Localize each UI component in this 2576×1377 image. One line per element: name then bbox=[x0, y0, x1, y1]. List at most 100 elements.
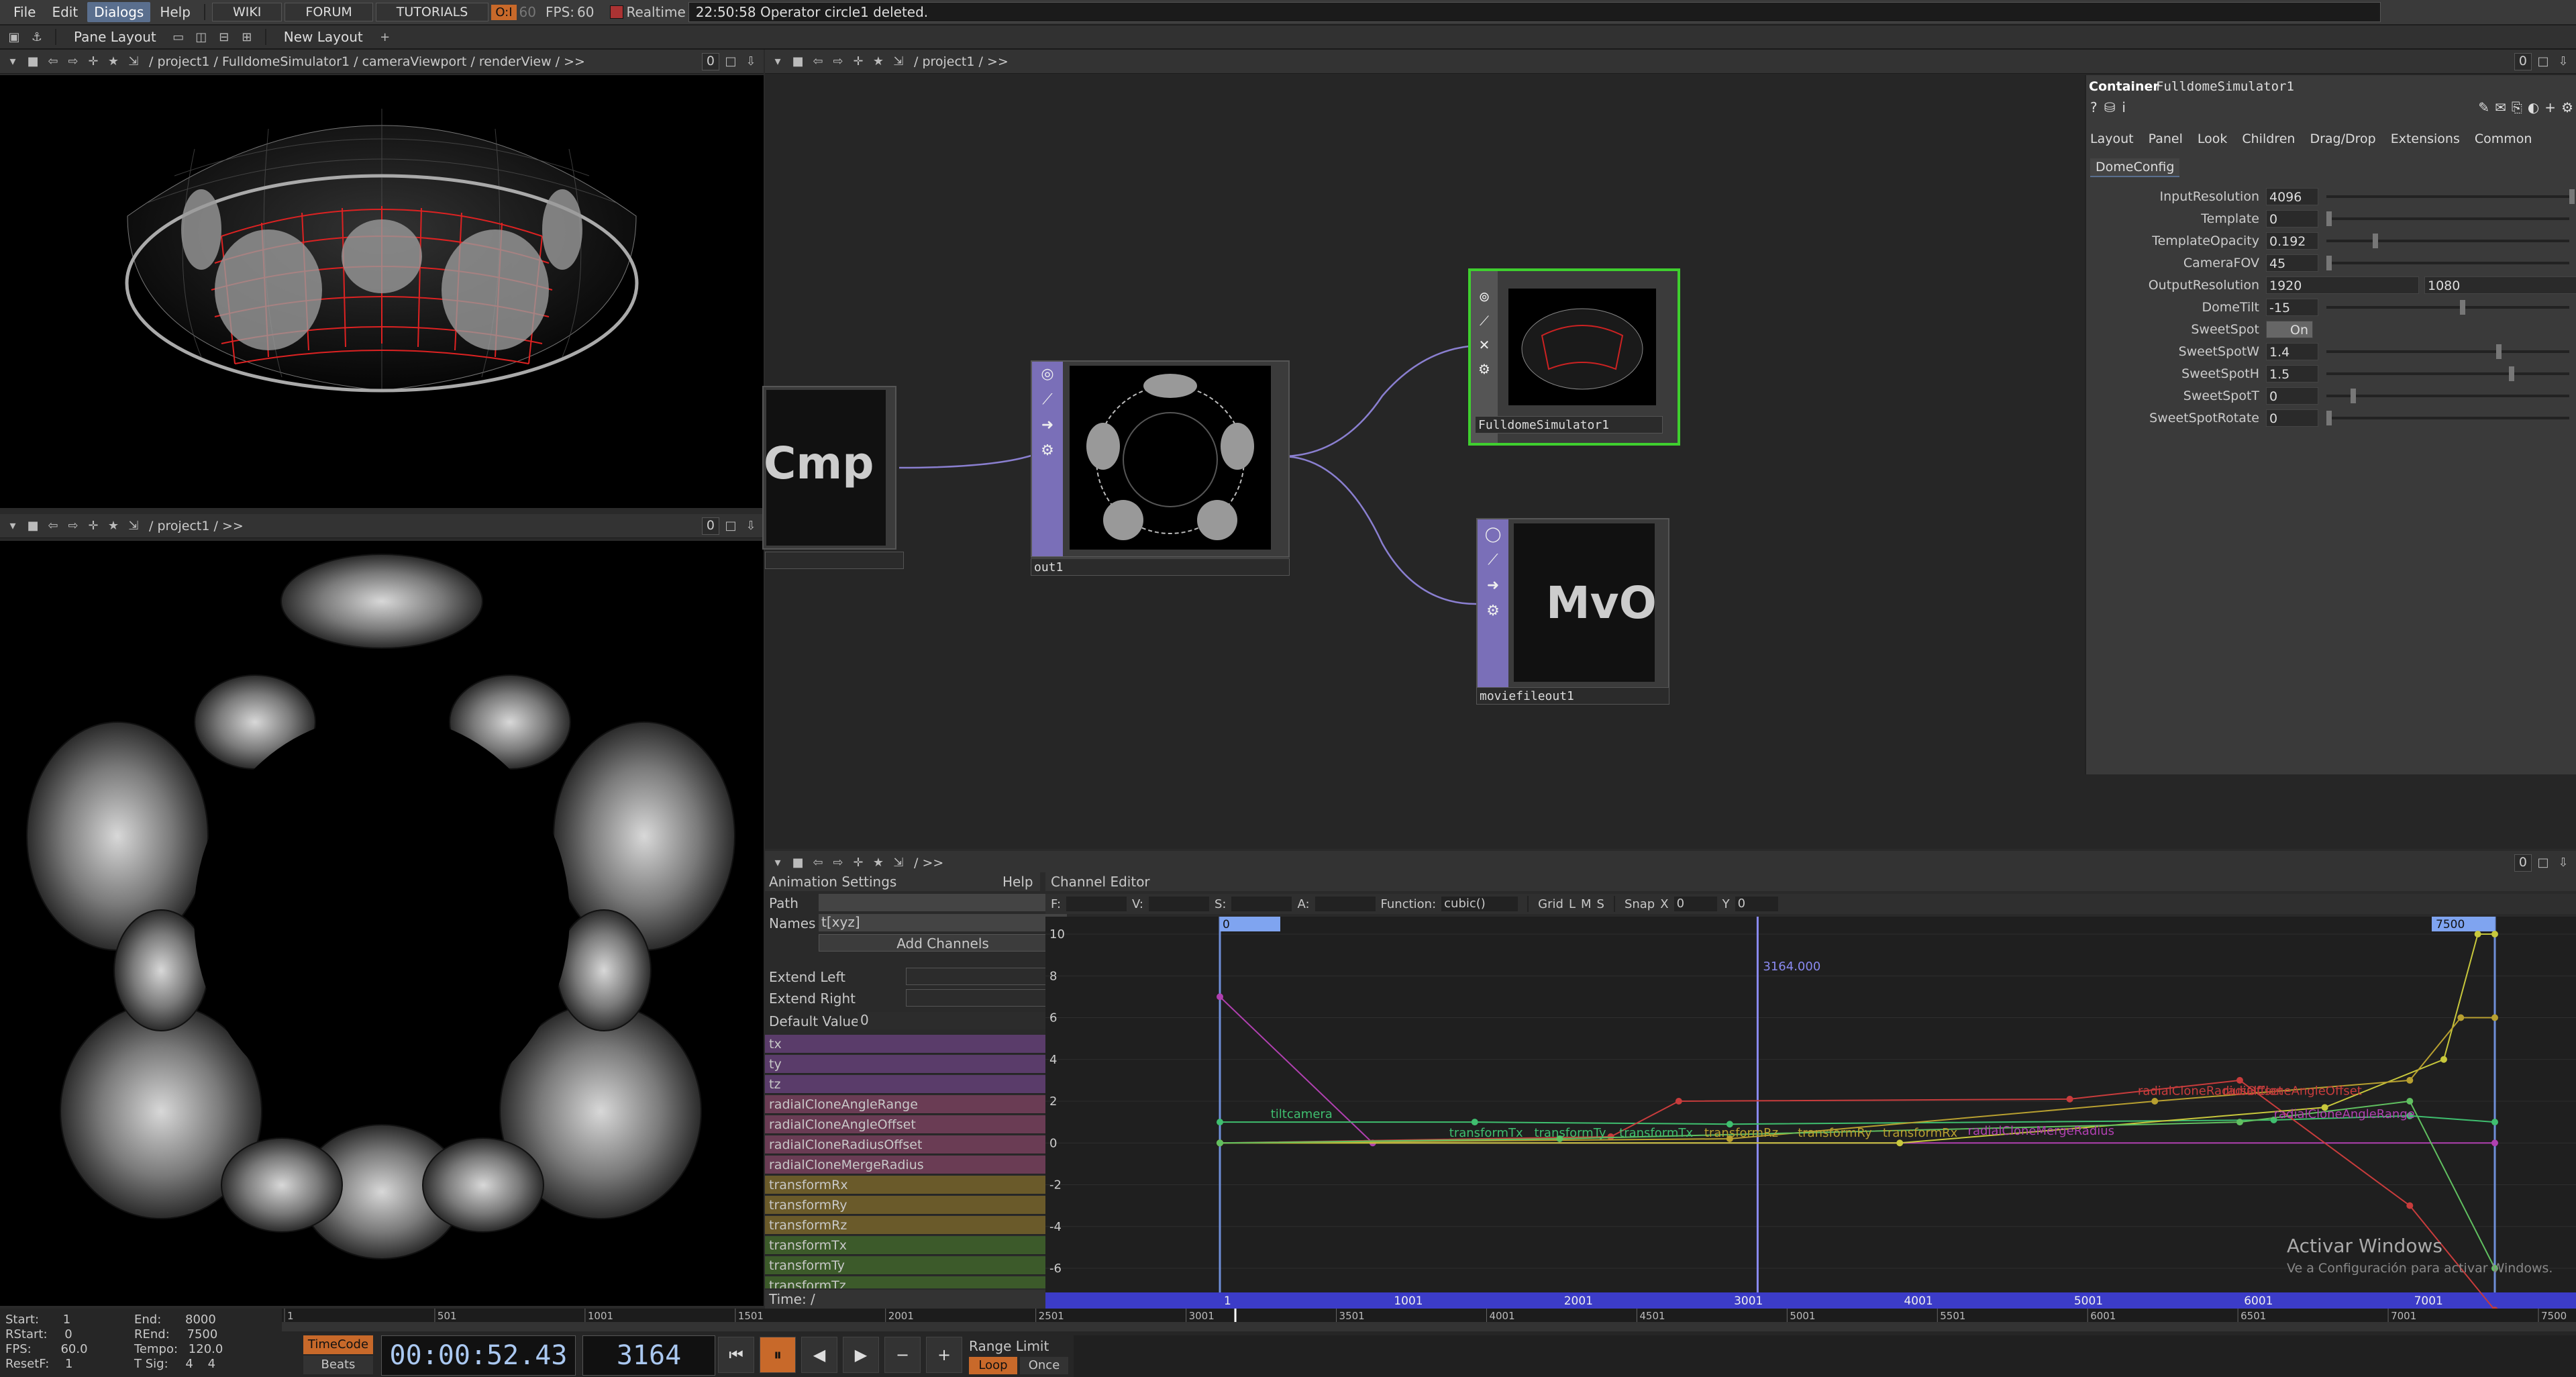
slider-knob[interactable] bbox=[2326, 211, 2332, 226]
param-slider[interactable] bbox=[2326, 344, 2569, 359]
extend-left-menu[interactable] bbox=[906, 968, 1066, 985]
tab-domeconfig[interactable]: DomeConfig bbox=[2090, 158, 2180, 177]
channel-item[interactable]: transformRyX bbox=[765, 1196, 1074, 1215]
param-value[interactable]: 0.192 bbox=[2266, 232, 2318, 250]
param-value[interactable]: 0 bbox=[2266, 409, 2318, 427]
link-icon[interactable]: ⇲ bbox=[890, 53, 907, 70]
once-button[interactable]: Once bbox=[1020, 1357, 1068, 1374]
split-icon[interactable]: ⇩ bbox=[742, 53, 760, 70]
tab-children[interactable]: Children bbox=[2242, 132, 2295, 146]
stop-icon[interactable]: ■ bbox=[789, 854, 807, 872]
dome-viewport[interactable] bbox=[0, 75, 764, 508]
maximize-icon[interactable]: □ bbox=[722, 53, 739, 70]
info-icon[interactable]: i bbox=[2122, 99, 2126, 115]
minus-icon[interactable]: − bbox=[884, 1337, 921, 1373]
rstart-value[interactable]: 0 bbox=[64, 1327, 72, 1341]
channel-item[interactable]: transformRxX bbox=[765, 1176, 1074, 1194]
param-value[interactable]: 1920 bbox=[2266, 276, 2419, 294]
color-icon[interactable]: ◐ bbox=[2528, 99, 2539, 115]
chevron-down-icon[interactable]: ▾ bbox=[769, 854, 786, 872]
realtime-checkbox[interactable] bbox=[610, 5, 624, 19]
bookmark-icon[interactable]: ★ bbox=[870, 854, 887, 872]
copy-icon[interactable]: ⎘ bbox=[2512, 99, 2522, 115]
menu-dialogs[interactable]: Dialogs bbox=[87, 2, 151, 22]
back-icon[interactable]: ⇦ bbox=[809, 53, 827, 70]
snap-y-field[interactable]: 0 bbox=[1735, 897, 1778, 911]
loop-button[interactable]: Loop bbox=[969, 1357, 1017, 1374]
cmp-node-name[interactable] bbox=[765, 552, 904, 569]
sweetspot-toggle[interactable]: On bbox=[2266, 321, 2313, 338]
names-field[interactable]: t[xyz] bbox=[819, 914, 1067, 931]
param-value-2[interactable]: 1080 bbox=[2424, 276, 2576, 294]
rend-value[interactable]: 7500 bbox=[187, 1327, 218, 1341]
new-layout-button[interactable]: New Layout bbox=[276, 28, 371, 46]
tutorials-link[interactable]: TUTORIALS bbox=[375, 3, 489, 21]
stop-icon[interactable]: ■ bbox=[789, 53, 807, 70]
help-icon[interactable]: ? bbox=[2090, 99, 2098, 115]
plus-icon[interactable]: + bbox=[926, 1337, 962, 1373]
frame-display[interactable]: 3164 bbox=[582, 1335, 715, 1376]
fulldome-node[interactable]: ⊚ ⟋ ✕ ⚙ FulldomeSimulator1 bbox=[1468, 268, 1680, 446]
param-slider[interactable] bbox=[2326, 411, 2569, 425]
layout-split-h-icon[interactable]: ⊟ bbox=[215, 28, 233, 46]
node-flags[interactable]: ◯ ⟋ ➜ ⚙ bbox=[1478, 519, 1508, 694]
param-value[interactable]: 0 bbox=[2266, 387, 2318, 405]
tab-look[interactable]: Look bbox=[2198, 132, 2228, 146]
menu-help[interactable]: Help bbox=[153, 2, 197, 22]
channel-item[interactable]: radialCloneRadiusOffsetX bbox=[765, 1135, 1074, 1154]
link-icon[interactable]: ⇲ bbox=[125, 53, 142, 70]
slider-knob[interactable] bbox=[2326, 411, 2332, 425]
param-slider[interactable] bbox=[2326, 189, 2575, 204]
curve-graph[interactable]: 10 8 6 4 2 0 -2 -4 -6 1 1001 2001 3001 4001 5001 6001 70… bbox=[1045, 917, 2576, 1314]
maximize-icon[interactable]: □ bbox=[2534, 53, 2552, 70]
function-menu[interactable]: cubic() bbox=[1441, 897, 1518, 911]
out1-node-name[interactable]: out1 bbox=[1031, 558, 1290, 576]
fps-value[interactable]: 60.0 bbox=[60, 1342, 87, 1356]
snap-x-field[interactable]: 0 bbox=[1673, 897, 1717, 911]
chevron-down-icon[interactable]: ▾ bbox=[4, 517, 21, 535]
out1-node[interactable]: ◎ ⟋ ➜ ⚙ bbox=[1031, 360, 1290, 558]
param-value[interactable]: 4096 bbox=[2266, 188, 2318, 205]
slider-knob[interactable] bbox=[2508, 366, 2514, 381]
back-icon[interactable]: ⇦ bbox=[44, 517, 62, 535]
forward-icon[interactable]: ⇨ bbox=[829, 53, 847, 70]
moviefileout-node[interactable]: ◯ ⟋ ➜ ⚙ MvO bbox=[1476, 518, 1669, 695]
channel-item[interactable]: radialCloneAngleRangeX bbox=[765, 1095, 1074, 1114]
channel-item[interactable]: tyX bbox=[765, 1055, 1074, 1074]
home-icon[interactable]: ✛ bbox=[849, 854, 867, 872]
home-icon[interactable]: ✛ bbox=[85, 517, 102, 535]
bookmark-icon[interactable]: ★ bbox=[105, 53, 122, 70]
param-slider[interactable] bbox=[2326, 389, 2569, 403]
f-field[interactable] bbox=[1066, 897, 1127, 911]
grid-s-button[interactable]: S bbox=[1597, 897, 1604, 911]
settings-icon[interactable]: ⚙ bbox=[2561, 99, 2573, 115]
grid-l-button[interactable]: L bbox=[1569, 897, 1576, 911]
comment-icon[interactable]: ✉ bbox=[2495, 99, 2506, 115]
param-value[interactable]: -15 bbox=[2266, 299, 2318, 316]
channel-item[interactable]: txX bbox=[765, 1035, 1074, 1054]
slider-knob[interactable] bbox=[2326, 256, 2332, 270]
default-value-field[interactable]: 0 bbox=[858, 1012, 1066, 1029]
forward-icon[interactable]: ⇨ bbox=[64, 517, 82, 535]
beats-toggle[interactable]: Beats bbox=[303, 1356, 373, 1374]
pause-icon[interactable]: ⏸ bbox=[760, 1337, 796, 1373]
tsig-value-1[interactable]: 4 bbox=[185, 1357, 193, 1371]
menu-edit[interactable]: Edit bbox=[45, 2, 85, 22]
add-channels-button[interactable]: Add Channels bbox=[819, 934, 1067, 952]
forward-icon[interactable]: ⇨ bbox=[64, 53, 82, 70]
slider-knob[interactable] bbox=[2569, 189, 2575, 204]
s-field[interactable] bbox=[1231, 897, 1292, 911]
tab-common[interactable]: Common bbox=[2475, 132, 2532, 146]
v-field[interactable] bbox=[1148, 897, 1209, 911]
pane-layout-label[interactable]: Pane Layout bbox=[66, 28, 164, 46]
perf-badge[interactable]: O:I bbox=[491, 4, 517, 20]
channel-item[interactable]: transformTxX bbox=[765, 1236, 1074, 1255]
back-icon[interactable]: ⇦ bbox=[809, 854, 827, 872]
python-icon[interactable]: ⛁ bbox=[2104, 99, 2116, 115]
link-icon[interactable]: ⇲ bbox=[890, 854, 907, 872]
step-back-icon[interactable]: ◀ bbox=[801, 1337, 837, 1373]
param-slider[interactable] bbox=[2326, 256, 2569, 270]
tab-panel[interactable]: Panel bbox=[2149, 132, 2183, 146]
plus-icon[interactable]: + bbox=[376, 28, 394, 46]
back-icon[interactable]: ⇦ bbox=[44, 53, 62, 70]
